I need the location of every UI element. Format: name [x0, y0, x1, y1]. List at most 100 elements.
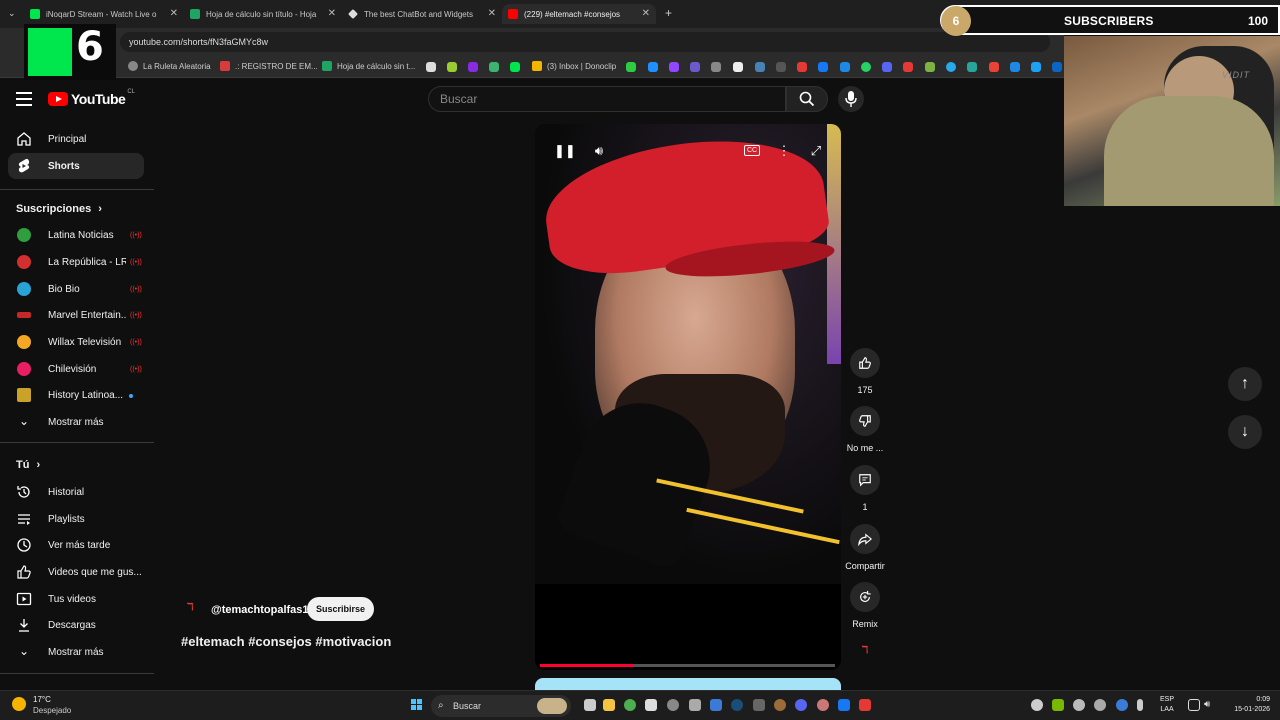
volume-icon[interactable]: 🔊︎ — [1204, 699, 1216, 711]
bookmark-icon[interactable] — [1010, 62, 1020, 72]
task-view-icon[interactable] — [584, 699, 596, 711]
bookmark-icon[interactable] — [447, 62, 457, 72]
dislike-action[interactable]: No me ... — [847, 406, 883, 453]
subscription-item[interactable]: Chilevisión ((•)) — [8, 356, 144, 382]
channel-avatar[interactable]: ℸ — [187, 602, 201, 616]
tray-icon[interactable] — [1031, 699, 1043, 711]
bookmark-icon[interactable] — [967, 62, 977, 72]
taskbar-app-icon[interactable] — [753, 699, 765, 711]
dislike-button[interactable] — [850, 406, 880, 436]
close-tab-icon[interactable]: ✕ — [642, 8, 650, 19]
next-short-preview[interactable] — [535, 678, 841, 690]
tab-list-dropdown-icon[interactable]: ⌄ — [8, 8, 16, 19]
tab-chatbot[interactable]: The best ChatBot and Widgets ✕ — [348, 4, 496, 24]
bookmark-icon[interactable] — [626, 62, 636, 72]
sidebar-item-downloads[interactable]: Descargas — [8, 612, 144, 638]
bookmark-icon[interactable] — [510, 62, 520, 72]
pause-button[interactable]: ❚❚ — [554, 143, 576, 159]
captions-button[interactable]: CC — [744, 145, 760, 156]
volume-button[interactable]: 🔊︎ — [591, 143, 607, 159]
subscription-item[interactable]: La República - LR+ ((•)) — [8, 249, 144, 275]
previous-short-button[interactable]: ↑ — [1228, 367, 1262, 401]
close-tab-icon[interactable]: ✕ — [488, 8, 496, 19]
bookmark-hoja[interactable]: Hoja de cálculo sin t... — [322, 61, 415, 71]
twitter-icon[interactable] — [1031, 62, 1041, 72]
bookmark-icon[interactable] — [489, 62, 499, 72]
channel-small-avatar[interactable]: ℸ — [858, 645, 872, 659]
bookmark-donoclip[interactable]: (3) Inbox | Donoclip — [532, 61, 616, 71]
taskbar-search[interactable]: ⌕ Buscar — [431, 695, 571, 717]
bookmark-icon[interactable] — [755, 62, 765, 72]
linkedin-icon[interactable] — [1052, 62, 1062, 72]
close-tab-icon[interactable]: ✕ — [170, 8, 178, 19]
shorts-video-player[interactable]: ❚❚ 🔊︎ CC ⋮ ⤢ — [535, 124, 841, 670]
sidebar-show-more-you[interactable]: ⌄ Mostrar más — [8, 639, 144, 665]
taskbar-app-icon[interactable] — [667, 699, 679, 711]
tab-kick-stream[interactable]: iNoqarD Stream - Watch Live o ✕ — [30, 4, 178, 24]
whatsapp-icon[interactable] — [861, 62, 871, 72]
bookmark-icon[interactable] — [468, 62, 478, 72]
steam-icon[interactable] — [731, 699, 743, 711]
like-button[interactable] — [850, 348, 880, 378]
bookmark-icon[interactable] — [925, 62, 935, 72]
sidebar-show-more-subscriptions[interactable]: ⌄ Mostrar más — [8, 409, 144, 435]
comments-button[interactable] — [850, 465, 880, 495]
gmail-icon[interactable] — [989, 62, 999, 72]
system-clock[interactable]: 0:09 15-01-2026 — [1224, 695, 1270, 715]
bookmark-icon[interactable] — [840, 62, 850, 72]
next-short-button[interactable]: ↓ — [1228, 415, 1262, 449]
taskbar-app-icon[interactable] — [774, 699, 786, 711]
channel-name[interactable]: @temachtopalfas1 — [211, 604, 309, 616]
sidebar-item-history[interactable]: Historial — [8, 479, 144, 505]
bookmark-icon[interactable] — [733, 62, 743, 72]
subscription-item[interactable]: History Latinoa... — [8, 382, 144, 408]
taskbar-app-icon[interactable] — [838, 699, 850, 711]
bookmark-icon[interactable] — [797, 62, 807, 72]
bookmark-icon[interactable] — [818, 62, 828, 72]
steam-tray-icon[interactable] — [1094, 699, 1106, 711]
tab-spreadsheet[interactable]: Hoja de cálculo sin título - Hoja ✕ — [190, 4, 336, 24]
sidebar-item-liked-videos[interactable]: Videos que me gus... — [8, 559, 144, 585]
subscription-item[interactable]: Bio Bio ((•)) — [8, 276, 144, 302]
taskbar-app-icon[interactable] — [645, 699, 657, 711]
more-options-button[interactable]: ⋮ — [776, 143, 792, 159]
bookmark-icon[interactable] — [426, 62, 436, 72]
taskbar-app-icon[interactable] — [710, 699, 722, 711]
search-input[interactable]: Buscar — [428, 86, 786, 112]
chrome-icon[interactable] — [624, 699, 636, 711]
search-button[interactable] — [786, 86, 828, 112]
windows-start-icon[interactable] — [411, 699, 423, 711]
tray-icon[interactable] — [1116, 699, 1128, 711]
like-action[interactable]: 175 — [848, 348, 882, 395]
sidebar-item-home[interactable]: Principal — [8, 126, 144, 152]
microphone-tray-icon[interactable] — [1137, 699, 1143, 711]
menu-icon[interactable] — [16, 92, 32, 106]
network-icon[interactable] — [1188, 699, 1200, 711]
tab-youtube-short[interactable]: (229) #eltemach #consejos ✕ — [502, 4, 656, 24]
subscription-item[interactable]: Latina Noticias ((•)) — [8, 222, 144, 248]
comments-action[interactable]: 1 — [848, 465, 882, 512]
bookmark-icon[interactable] — [690, 62, 700, 72]
short-title[interactable]: #eltemach #consejos #motivacion — [181, 634, 391, 649]
taskbar-app-icon[interactable] — [689, 699, 701, 711]
bookmark-ruleta[interactable]: La Ruleta Aleatoria — [128, 61, 211, 71]
subscription-item[interactable]: Marvel Entertain... ((•)) — [8, 302, 144, 328]
sidebar-item-your-videos[interactable]: Tus videos — [8, 586, 144, 612]
share-button[interactable] — [850, 524, 880, 554]
voice-search-button[interactable] — [838, 86, 864, 112]
remix-button[interactable] — [850, 582, 880, 612]
sidebar-item-playlists[interactable]: Playlists — [8, 506, 144, 532]
youtube-logo[interactable]: YouTube CL — [48, 89, 135, 107]
bookmark-icon[interactable] — [882, 62, 892, 72]
url-field[interactable]: youtube.com/shorts/fN3faGMYc8w — [120, 32, 1050, 52]
bookmark-icon[interactable] — [711, 62, 721, 72]
telegram-icon[interactable] — [946, 62, 956, 72]
fullscreen-button[interactable]: ⤢ — [808, 143, 824, 159]
sidebar-item-watch-later[interactable]: Ver más tarde — [8, 532, 144, 558]
remix-action[interactable]: Remix — [848, 582, 882, 629]
share-action[interactable]: Compartir — [845, 524, 885, 571]
subscription-item[interactable]: Willax Televisión ((•)) — [8, 329, 144, 355]
file-explorer-icon[interactable] — [603, 699, 615, 711]
bookmark-icon[interactable] — [669, 62, 679, 72]
bookmark-icon[interactable] — [648, 62, 658, 72]
